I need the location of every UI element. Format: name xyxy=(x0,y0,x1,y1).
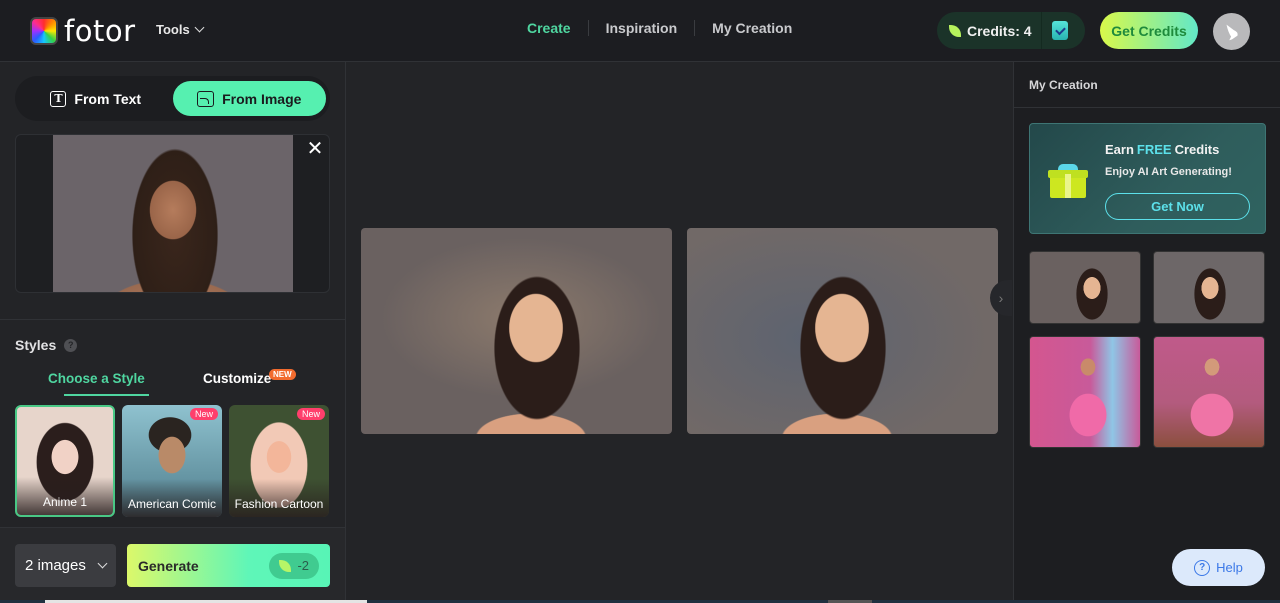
style-card-american-comic[interactable]: New American Comic xyxy=(122,405,222,517)
left-panel: T From Text From Image ✕ Styles ? Choose… xyxy=(0,62,346,603)
tab-customize[interactable]: Customize xyxy=(203,371,271,386)
image-icon xyxy=(197,90,215,107)
tools-label: Tools xyxy=(156,22,190,37)
nav-my-creation[interactable]: My Creation xyxy=(695,20,809,36)
creation-thumbnail[interactable] xyxy=(1029,336,1141,448)
bird-icon xyxy=(1226,24,1238,40)
generate-label: Generate xyxy=(138,557,199,574)
right-panel: My Creation Earn FREE Credits Enjoy AI Art… xyxy=(1013,62,1280,603)
result-area: › xyxy=(346,62,1013,603)
style-tabs: Choose a Style Customize NEW xyxy=(0,369,345,401)
creation-grid xyxy=(1029,251,1265,448)
creation-thumbnail[interactable] xyxy=(1029,251,1141,324)
promo-title-pre: Earn xyxy=(1105,142,1134,157)
tab-from-image-label: From Image xyxy=(222,90,302,107)
fotor-logo-icon xyxy=(30,17,58,45)
help-button[interactable]: ? Help xyxy=(1172,549,1265,586)
new-badge: New xyxy=(296,408,325,420)
style-grid: Anime 1 New American Comic New Fashion C… xyxy=(15,405,333,517)
styles-title: Styles xyxy=(15,337,57,353)
creation-thumbnail[interactable] xyxy=(1153,251,1265,324)
promo-title-free: FREE xyxy=(1136,142,1172,157)
nav-inspiration[interactable]: Inspiration xyxy=(589,20,695,36)
style-card-label: Anime 1 xyxy=(17,477,113,515)
help-label: Help xyxy=(1216,560,1243,575)
style-card-label: American Comic xyxy=(122,479,222,517)
logo-text: fotor xyxy=(64,14,136,48)
leaf-icon xyxy=(949,24,961,37)
new-badge: NEW xyxy=(269,369,296,380)
result-image-2[interactable] xyxy=(687,228,998,434)
uploaded-photo xyxy=(53,135,293,292)
earn-credits-banner: Earn FREE Credits Enjoy AI Art Generating!… xyxy=(1029,123,1266,234)
new-badge: New xyxy=(189,408,218,420)
generate-button[interactable]: Generate -2 xyxy=(127,544,330,587)
avatar[interactable] xyxy=(1213,13,1250,50)
creation-thumbnail[interactable] xyxy=(1153,336,1265,448)
tab-from-image[interactable]: From Image xyxy=(172,81,326,116)
close-icon[interactable]: ✕ xyxy=(303,137,327,161)
get-credits-button[interactable]: Get Credits xyxy=(1100,12,1198,49)
tab-choose-a-style[interactable]: Choose a Style xyxy=(48,371,149,396)
question-circle-icon: ? xyxy=(1194,559,1211,576)
style-card-label: Fashion Cartoon xyxy=(229,479,329,517)
fotor-logo[interactable]: fotor xyxy=(30,14,136,48)
style-card-fashion-cartoon[interactable]: New Fashion Cartoon xyxy=(229,405,329,517)
image-count-select[interactable]: 2 images xyxy=(15,544,116,587)
tools-menu[interactable]: Tools xyxy=(156,22,205,37)
promo-subtitle: Enjoy AI Art Generating! xyxy=(1105,166,1232,178)
result-image-1[interactable] xyxy=(361,228,672,434)
style-card-anime-1[interactable]: Anime 1 xyxy=(15,405,115,517)
credit-cost-value: -2 xyxy=(297,558,309,573)
promo-title-post: Credits xyxy=(1174,142,1220,157)
nav-create[interactable]: Create xyxy=(510,20,588,36)
tab-from-text[interactable]: T From Text xyxy=(19,81,173,116)
clipboard-check-icon[interactable] xyxy=(1052,21,1068,40)
main-nav: Create Inspiration My Creation xyxy=(510,20,809,36)
tab-from-text-label: From Text xyxy=(74,90,142,107)
credits-label: Credits: 4 xyxy=(967,22,1032,39)
leaf-icon xyxy=(279,559,292,572)
credit-cost: -2 xyxy=(269,552,319,579)
generate-bar: 2 images Generate -2 xyxy=(0,527,345,603)
chevron-down-icon xyxy=(97,558,108,569)
credits-pill[interactable]: Credits: 4 xyxy=(937,12,1085,49)
chevron-down-icon xyxy=(194,22,205,33)
styles-header: Styles ? xyxy=(0,319,345,353)
my-creation-title: My Creation xyxy=(1014,62,1280,108)
gift-icon xyxy=(1048,164,1088,198)
image-count-value: 2 images xyxy=(25,557,86,574)
text-icon: T xyxy=(50,90,67,107)
uploaded-image-area[interactable]: ✕ xyxy=(15,134,330,293)
top-bar: fotor Tools Create Inspiration My Creati… xyxy=(0,0,1280,62)
mode-toggle: T From Text From Image xyxy=(15,76,330,121)
get-now-button[interactable]: Get Now xyxy=(1105,193,1250,220)
promo-title: Earn FREE Credits xyxy=(1105,142,1219,157)
question-icon[interactable]: ? xyxy=(64,338,78,352)
credits-balance[interactable]: Credits: 4 xyxy=(937,12,1042,49)
